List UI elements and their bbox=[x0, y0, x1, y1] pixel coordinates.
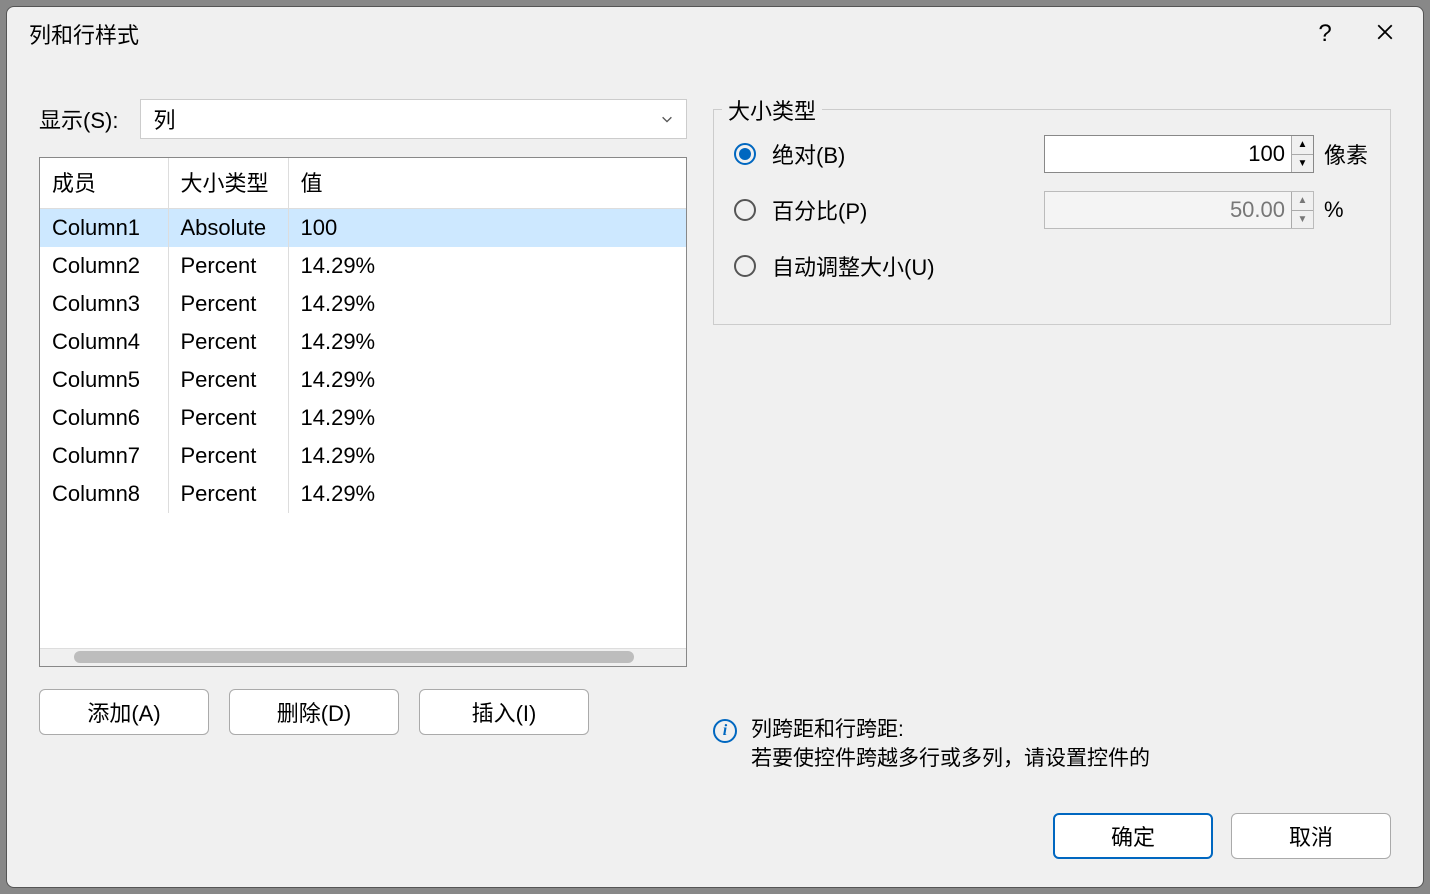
left-pane: 显示(S): 列 成员 大小类型 值 bbox=[39, 91, 687, 779]
cell-member[interactable]: Column6 bbox=[40, 399, 168, 437]
info-row: i 列跨距和行跨距: 若要使控件跨越多行或多列，请设置控件的 bbox=[713, 715, 1391, 771]
cell-value[interactable]: 14.29% bbox=[288, 361, 686, 399]
radio-auto[interactable] bbox=[734, 255, 756, 277]
cell-value[interactable]: 14.29% bbox=[288, 475, 686, 513]
absolute-spinner[interactable]: 100 ▲ ▼ bbox=[1044, 135, 1314, 173]
table-row[interactable]: Column6Percent14.29% bbox=[40, 399, 686, 437]
dialog-title: 列和行样式 bbox=[29, 18, 139, 50]
close-button[interactable] bbox=[1355, 12, 1415, 56]
table-row[interactable]: Column8Percent14.29% bbox=[40, 475, 686, 513]
cell-type[interactable]: Percent bbox=[168, 475, 288, 513]
cell-value[interactable]: 14.29% bbox=[288, 247, 686, 285]
show-label: 显示(S): bbox=[39, 103, 118, 135]
info-title: 列跨距和行跨距: bbox=[751, 715, 1150, 744]
percent-spinner: 50.00 ▲ ▼ bbox=[1044, 191, 1314, 229]
delete-button[interactable]: 删除(D) bbox=[229, 689, 399, 735]
percent-down: ▼ bbox=[1292, 211, 1313, 229]
cell-type[interactable]: Percent bbox=[168, 323, 288, 361]
cell-member[interactable]: Column2 bbox=[40, 247, 168, 285]
cell-value[interactable]: 14.29% bbox=[288, 399, 686, 437]
cell-type[interactable]: Absolute bbox=[168, 209, 288, 248]
cell-type[interactable]: Percent bbox=[168, 247, 288, 285]
ok-button[interactable]: 确定 bbox=[1053, 813, 1213, 859]
cell-value[interactable]: 14.29% bbox=[288, 323, 686, 361]
percent-value: 50.00 bbox=[1045, 197, 1291, 223]
help-icon: ? bbox=[1318, 20, 1331, 48]
table-row[interactable]: Column7Percent14.29% bbox=[40, 437, 686, 475]
cell-type[interactable]: Percent bbox=[168, 399, 288, 437]
help-button[interactable]: ? bbox=[1295, 12, 1355, 56]
titlebar: 列和行样式 ? bbox=[7, 7, 1423, 61]
close-icon bbox=[1376, 20, 1394, 48]
cell-member[interactable]: Column4 bbox=[40, 323, 168, 361]
sizetype-title: 大小类型 bbox=[722, 94, 822, 126]
cell-value[interactable]: 100 bbox=[288, 209, 686, 248]
horizontal-scrollbar[interactable] bbox=[40, 648, 686, 666]
radio-absolute[interactable] bbox=[734, 143, 756, 165]
radio-auto-label[interactable]: 自动调整大小(U) bbox=[772, 250, 992, 282]
insert-button[interactable]: 插入(I) bbox=[419, 689, 589, 735]
sizetype-group: 大小类型 绝对(B) 100 ▲ ▼ 像素 百分比(P) bbox=[713, 109, 1391, 325]
right-pane: 大小类型 绝对(B) 100 ▲ ▼ 像素 百分比(P) bbox=[713, 91, 1391, 779]
cancel-button[interactable]: 取消 bbox=[1231, 813, 1391, 859]
table-row[interactable]: Column2Percent14.29% bbox=[40, 247, 686, 285]
absolute-down[interactable]: ▼ bbox=[1292, 155, 1313, 173]
info-text: 列跨距和行跨距: 若要使控件跨越多行或多列，请设置控件的 bbox=[751, 715, 1150, 771]
radio-percent[interactable] bbox=[734, 199, 756, 221]
info-body: 若要使控件跨越多行或多列，请设置控件的 bbox=[751, 744, 1150, 771]
dialog: 列和行样式 ? 显示(S): 列 bbox=[6, 6, 1424, 888]
cell-member[interactable]: Column7 bbox=[40, 437, 168, 475]
chevron-down-icon bbox=[660, 106, 674, 132]
absolute-value[interactable]: 100 bbox=[1045, 141, 1291, 167]
radio-absolute-label[interactable]: 绝对(B) bbox=[772, 138, 992, 170]
show-select[interactable]: 列 bbox=[140, 99, 687, 139]
header-type[interactable]: 大小类型 bbox=[168, 158, 288, 209]
absolute-unit: 像素 bbox=[1324, 138, 1370, 170]
cell-type[interactable]: Percent bbox=[168, 285, 288, 323]
cell-member[interactable]: Column5 bbox=[40, 361, 168, 399]
members-grid[interactable]: 成员 大小类型 值 Column1Absolute100Column2Perce… bbox=[39, 157, 687, 667]
cell-member[interactable]: Column1 bbox=[40, 209, 168, 248]
header-member[interactable]: 成员 bbox=[40, 158, 168, 209]
percent-up: ▲ bbox=[1292, 192, 1313, 211]
cell-value[interactable]: 14.29% bbox=[288, 285, 686, 323]
header-value[interactable]: 值 bbox=[288, 158, 686, 209]
absolute-up[interactable]: ▲ bbox=[1292, 136, 1313, 155]
scrollbar-thumb[interactable] bbox=[74, 651, 634, 663]
radio-percent-label[interactable]: 百分比(P) bbox=[772, 194, 992, 226]
cell-member[interactable]: Column3 bbox=[40, 285, 168, 323]
add-button[interactable]: 添加(A) bbox=[39, 689, 209, 735]
table-row[interactable]: Column3Percent14.29% bbox=[40, 285, 686, 323]
cell-member[interactable]: Column8 bbox=[40, 475, 168, 513]
percent-unit: % bbox=[1324, 197, 1370, 223]
table-row[interactable]: Column1Absolute100 bbox=[40, 209, 686, 248]
cell-value[interactable]: 14.29% bbox=[288, 437, 686, 475]
cell-type[interactable]: Percent bbox=[168, 361, 288, 399]
table-row[interactable]: Column5Percent14.29% bbox=[40, 361, 686, 399]
show-select-value: 列 bbox=[153, 103, 175, 135]
info-icon: i bbox=[713, 719, 737, 743]
table-row[interactable]: Column4Percent14.29% bbox=[40, 323, 686, 361]
cell-type[interactable]: Percent bbox=[168, 437, 288, 475]
dialog-footer: 确定 取消 bbox=[7, 799, 1423, 887]
